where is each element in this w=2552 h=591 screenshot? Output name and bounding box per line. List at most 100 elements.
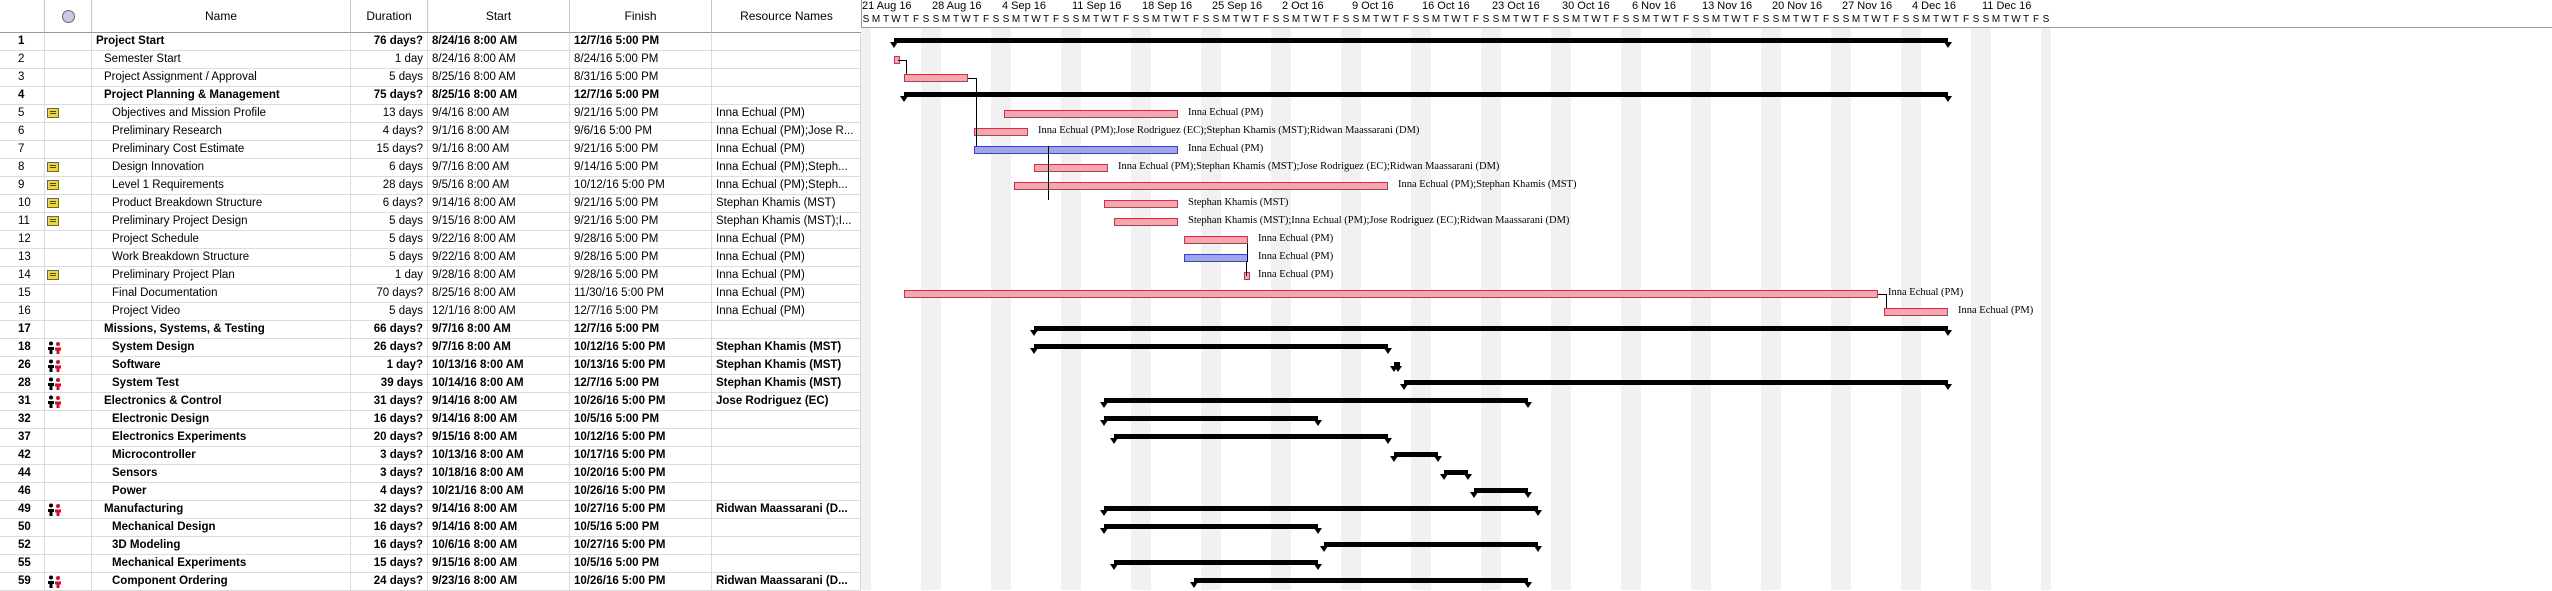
- note-icon[interactable]: [47, 270, 59, 280]
- task-start[interactable]: 9/4/16 8:00 AM: [428, 105, 570, 122]
- task-name[interactable]: Microcontroller: [92, 447, 351, 464]
- task-bar[interactable]: [1034, 164, 1108, 172]
- task-finish[interactable]: 10/26/16 5:00 PM: [570, 393, 712, 410]
- summary-bar[interactable]: [1474, 488, 1528, 493]
- table-row[interactable]: 55 Mechanical Experiments 15 days? 9/15/16 …: [0, 555, 861, 573]
- table-row[interactable]: 28 System Test 39 days 10/14/16 8:00 AM 12/7…: [0, 375, 861, 393]
- task-finish[interactable]: 10/12/16 5:00 PM: [570, 429, 712, 446]
- task-finish[interactable]: 9/21/16 5:00 PM: [570, 105, 712, 122]
- task-bar[interactable]: [974, 128, 1028, 136]
- table-row[interactable]: 31 Electronics & Control 31 days? 9/14/16 8…: [0, 393, 861, 411]
- task-start[interactable]: 9/22/16 8:00 AM: [428, 249, 570, 266]
- task-duration[interactable]: 6 days: [351, 159, 428, 176]
- task-resources[interactable]: [712, 33, 861, 50]
- task-resources[interactable]: Jose Rodriguez (EC): [712, 393, 861, 410]
- task-name[interactable]: Manufacturing: [92, 501, 351, 518]
- task-bar[interactable]: [1884, 308, 1948, 316]
- summary-bar[interactable]: [1404, 380, 1948, 385]
- task-duration[interactable]: 15 days?: [351, 555, 428, 572]
- column-header-name[interactable]: Name: [92, 0, 351, 33]
- resource-assignment-icon[interactable]: [47, 341, 63, 354]
- task-finish[interactable]: 10/20/16 5:00 PM: [570, 465, 712, 482]
- task-bar[interactable]: [1014, 182, 1388, 190]
- task-finish[interactable]: 9/28/16 5:00 PM: [570, 231, 712, 248]
- task-bar[interactable]: [904, 74, 968, 82]
- task-start[interactable]: 10/14/16 8:00 AM: [428, 375, 570, 392]
- task-duration[interactable]: 28 days: [351, 177, 428, 194]
- task-duration[interactable]: 26 days?: [351, 339, 428, 356]
- task-finish[interactable]: 12/7/16 5:00 PM: [570, 375, 712, 392]
- task-name[interactable]: 3D Modeling: [92, 537, 351, 554]
- task-finish[interactable]: 12/7/16 5:00 PM: [570, 33, 712, 50]
- column-header-resource-names[interactable]: Resource Names: [712, 0, 861, 33]
- task-duration[interactable]: 16 days?: [351, 411, 428, 428]
- task-start[interactable]: 9/7/16 8:00 AM: [428, 159, 570, 176]
- task-duration[interactable]: 39 days: [351, 375, 428, 392]
- resource-assignment-icon[interactable]: [47, 503, 63, 516]
- column-header-duration[interactable]: Duration: [351, 0, 428, 33]
- task-bar[interactable]: [1184, 254, 1248, 262]
- resource-assignment-icon[interactable]: [47, 359, 63, 372]
- task-start[interactable]: 9/14/16 8:00 AM: [428, 411, 570, 428]
- column-header-indicators[interactable]: [45, 0, 92, 33]
- task-bar[interactable]: [1184, 236, 1248, 244]
- task-resources[interactable]: [712, 69, 861, 86]
- task-start[interactable]: 9/1/16 8:00 AM: [428, 123, 570, 140]
- task-name[interactable]: Project Schedule: [92, 231, 351, 248]
- task-duration[interactable]: 70 days?: [351, 285, 428, 302]
- task-name[interactable]: Power: [92, 483, 351, 500]
- column-header-finish[interactable]: Finish: [570, 0, 712, 33]
- task-start[interactable]: 9/14/16 8:00 AM: [428, 519, 570, 536]
- gantt-chart[interactable]: 21 Aug 16 S M T W T F S 28 Aug 16 S M T W T F S 4 Sep 16…: [861, 0, 2552, 590]
- task-duration[interactable]: 32 days?: [351, 501, 428, 518]
- resource-assignment-icon[interactable]: [47, 395, 63, 408]
- task-start[interactable]: 8/24/16 8:00 AM: [428, 51, 570, 68]
- task-name[interactable]: Component Ordering: [92, 573, 351, 590]
- note-icon[interactable]: [47, 216, 59, 226]
- task-resources[interactable]: Inna Echual (PM);Steph...: [712, 159, 861, 176]
- task-duration[interactable]: 1 day: [351, 267, 428, 284]
- task-duration[interactable]: 20 days?: [351, 429, 428, 446]
- task-name[interactable]: System Test: [92, 375, 351, 392]
- table-row[interactable]: 59 Component Ordering 24 days? 9/23/16 8:00…: [0, 573, 861, 591]
- task-finish[interactable]: 9/21/16 5:00 PM: [570, 195, 712, 212]
- table-row[interactable]: 2 Semester Start 1 day 8/24/16 8:00 AM 8/24/…: [0, 51, 861, 69]
- task-resources[interactable]: Inna Echual (PM);Jose R...: [712, 123, 861, 140]
- task-start[interactable]: 10/18/16 8:00 AM: [428, 465, 570, 482]
- summary-bar[interactable]: [1104, 524, 1318, 529]
- summary-bar[interactable]: [1034, 344, 1388, 349]
- task-start[interactable]: 10/21/16 8:00 AM: [428, 483, 570, 500]
- column-header-id[interactable]: [0, 0, 45, 33]
- task-start[interactable]: 9/1/16 8:00 AM: [428, 141, 570, 158]
- task-bar[interactable]: [1004, 110, 1178, 118]
- task-name[interactable]: Level 1 Requirements: [92, 177, 351, 194]
- task-start[interactable]: 9/14/16 8:00 AM: [428, 195, 570, 212]
- table-row[interactable]: 15 Final Documentation 70 days? 8/25/16 8:0…: [0, 285, 861, 303]
- task-duration[interactable]: 31 days?: [351, 393, 428, 410]
- task-resources[interactable]: [712, 87, 861, 104]
- task-name[interactable]: Electronic Design: [92, 411, 351, 428]
- summary-bar[interactable]: [1034, 326, 1948, 331]
- task-resources[interactable]: Stephan Khamis (MST): [712, 339, 861, 356]
- task-start[interactable]: 10/13/16 8:00 AM: [428, 447, 570, 464]
- task-resources[interactable]: [712, 411, 861, 428]
- task-start[interactable]: 8/25/16 8:00 AM: [428, 69, 570, 86]
- task-resources[interactable]: Inna Echual (PM);Steph...: [712, 177, 861, 194]
- table-row[interactable]: 11 Preliminary Project Design 5 days 9/15/1…: [0, 213, 861, 231]
- task-resources[interactable]: Inna Echual (PM): [712, 231, 861, 248]
- task-finish[interactable]: 10/27/16 5:00 PM: [570, 501, 712, 518]
- resource-assignment-icon[interactable]: [47, 377, 63, 390]
- task-bar[interactable]: [974, 146, 1178, 154]
- task-name[interactable]: Mechanical Design: [92, 519, 351, 536]
- task-duration[interactable]: 24 days?: [351, 573, 428, 590]
- task-name[interactable]: Final Documentation: [92, 285, 351, 302]
- table-row[interactable]: 5 Objectives and Mission Profile 13 days 9/…: [0, 105, 861, 123]
- task-finish[interactable]: 10/5/16 5:00 PM: [570, 555, 712, 572]
- table-row[interactable]: 7 Preliminary Cost Estimate 15 days? 9/1/16…: [0, 141, 861, 159]
- summary-bar[interactable]: [1114, 560, 1318, 565]
- note-icon[interactable]: [47, 162, 59, 172]
- task-name[interactable]: Product Breakdown Structure: [92, 195, 351, 212]
- task-name[interactable]: Preliminary Project Plan: [92, 267, 351, 284]
- task-start[interactable]: 9/22/16 8:00 AM: [428, 231, 570, 248]
- task-start[interactable]: 9/28/16 8:00 AM: [428, 267, 570, 284]
